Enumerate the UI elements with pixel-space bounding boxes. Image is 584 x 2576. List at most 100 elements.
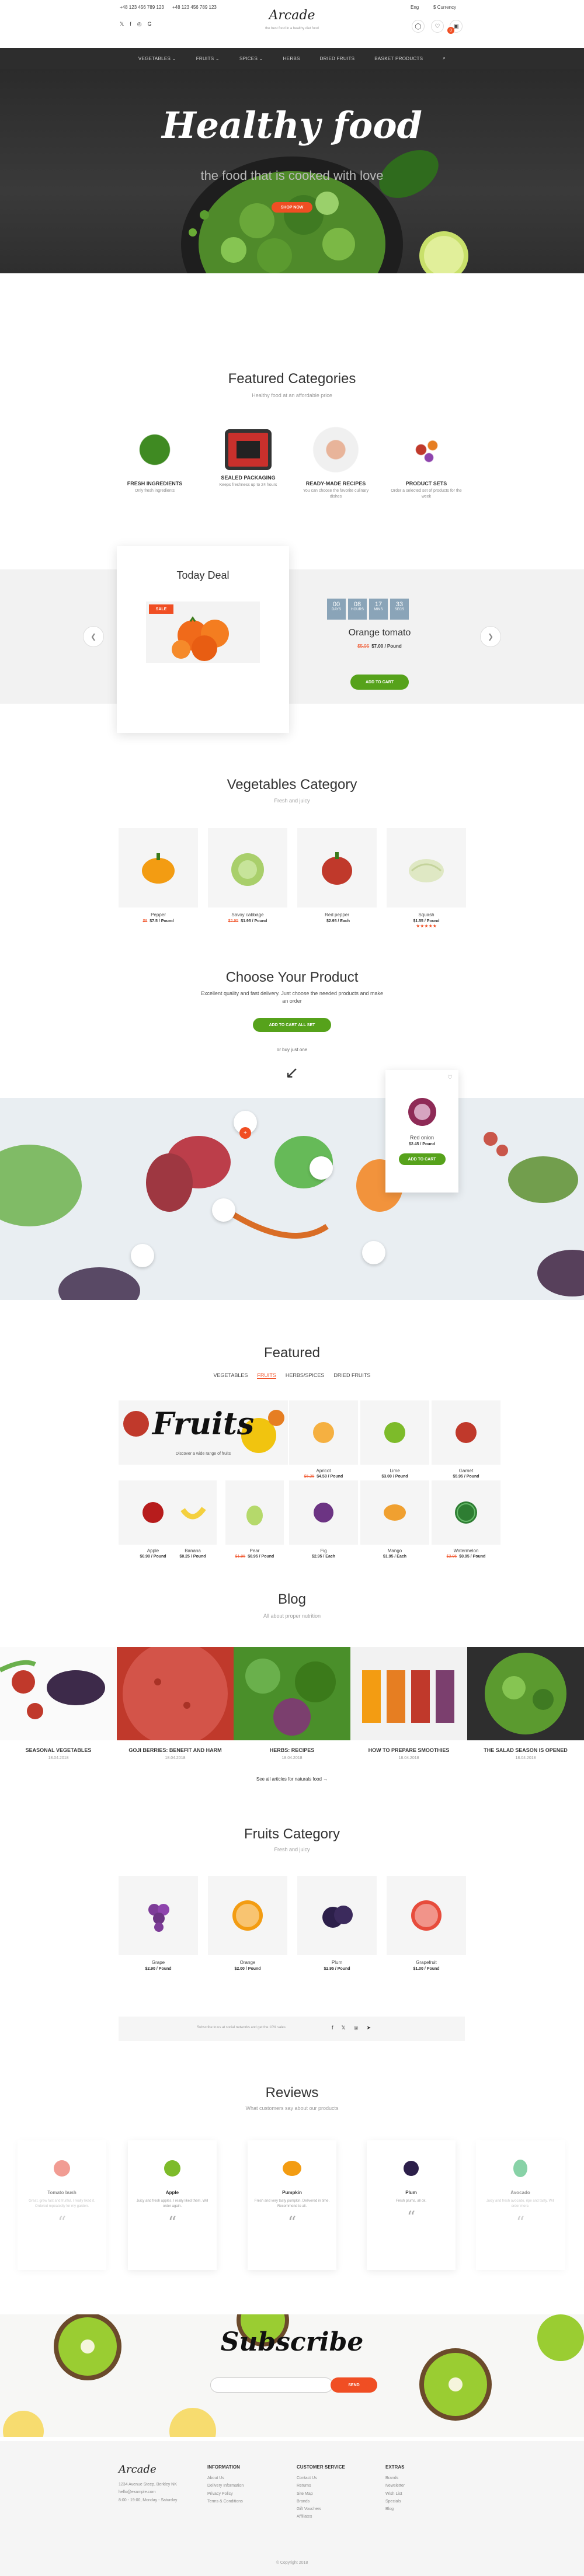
- savoy-cabbage-image: [231, 853, 264, 886]
- footer-link[interactable]: Specials: [385, 2498, 405, 2505]
- category-sealed-packaging[interactable]: SEALED PACKAGING Keeps freshness up to 2…: [210, 423, 286, 488]
- currency-select[interactable]: $ Currency: [433, 5, 456, 10]
- hotspot-popup-card: ♡ Red onion $2.45 / Pound ADD TO CART: [385, 1070, 458, 1193]
- blog-title: Blog: [277, 1591, 307, 1607]
- add-all-set-button[interactable]: ADD TO CART ALL SET: [253, 1018, 331, 1032]
- footer-logo[interactable]: Arcade: [119, 2464, 177, 2475]
- product-card[interactable]: Grapefruit $1.00 / Pound: [387, 1876, 466, 1971]
- seasonal-vegetables-image: [0, 1660, 105, 1719]
- footer-link[interactable]: Site Map: [297, 2490, 345, 2498]
- footer-email[interactable]: hello@example.com: [119, 2488, 177, 2496]
- category-product-sets[interactable]: PRODUCT SETS Order a selected set of pro…: [388, 423, 464, 500]
- footer-link[interactable]: Blog: [385, 2505, 405, 2513]
- footer-link[interactable]: Brands: [385, 2474, 405, 2482]
- product-card[interactable]: Garnet $5.95 / Pound: [432, 1400, 500, 1479]
- wishlist-heart-icon[interactable]: ♡: [447, 1075, 453, 1081]
- instagram-icon[interactable]: ◎: [354, 2025, 359, 2031]
- curved-arrow-icon: ↙: [285, 1063, 299, 1082]
- deal-next-arrow-icon[interactable]: ❯: [480, 626, 501, 647]
- footer-customer-service: CUSTOMER SERVICE Contact Us Returns Site…: [297, 2464, 345, 2521]
- subscribe-send-button[interactable]: SEND: [331, 2377, 377, 2393]
- footer-link[interactable]: About Us: [207, 2474, 244, 2482]
- footer-link[interactable]: Wish List: [385, 2490, 405, 2498]
- subscribe-section: Subscribe SEND: [0, 2314, 584, 2437]
- tab-dried-fruits[interactable]: DRIED FRUITS: [333, 1372, 370, 1379]
- product-card[interactable]: Plum $2.95 / Pound: [297, 1876, 377, 1971]
- product-card[interactable]: Apricot $5.25 $4.50 / Pound: [289, 1400, 358, 1479]
- product-card[interactable]: Grape $2.90 / Pound: [119, 1876, 198, 1971]
- footer-link[interactable]: Delivery Information: [207, 2482, 244, 2490]
- product-card[interactable]: Red pepper $2.95 / Each: [297, 828, 377, 923]
- blog-post[interactable]: SEASONAL VEGETABLES 18.04.2018: [0, 1647, 117, 1760]
- tab-vegetables[interactable]: VEGETABLES: [214, 1372, 248, 1379]
- search-icon[interactable]: ⌕: [443, 55, 446, 61]
- user-icon[interactable]: ◯: [412, 20, 425, 33]
- nav-vegetables[interactable]: VEGETABLES ⌄: [138, 56, 176, 61]
- site-logo[interactable]: Arcade: [0, 8, 584, 23]
- footer-link[interactable]: Gift Vouchers: [297, 2505, 345, 2513]
- herbs-image: [128, 423, 181, 476]
- hero-banner: Healthy food the food that is cooked wit…: [0, 69, 584, 273]
- product-card[interactable]: Squash $1.55 / Pound ★★★★★: [387, 828, 466, 929]
- category-ready-made-recipes[interactable]: READY-MADE RECIPES You can choose the fa…: [298, 423, 374, 500]
- blog-post[interactable]: GOJI BERRIES: BENEFIT AND HARM 18.04.2018: [117, 1647, 234, 1760]
- deal-add-to-cart-button[interactable]: ADD TO CART: [350, 675, 409, 690]
- today-deal-title: Today Deal: [176, 569, 230, 581]
- nav-basket-products[interactable]: BASKET PRODUCTS: [374, 56, 423, 61]
- telegram-icon[interactable]: ➤: [367, 2025, 371, 2031]
- footer-link[interactable]: Returns: [297, 2482, 345, 2490]
- product-card[interactable]: Orange $2.00 / Pound: [208, 1876, 287, 1971]
- see-all-articles-link[interactable]: See all articles for naturals food →: [0, 1777, 584, 1782]
- facebook-icon[interactable]: f: [332, 2025, 333, 2031]
- nav-herbs[interactable]: HERBS: [283, 56, 300, 61]
- orange-image: [232, 1900, 263, 1931]
- product-card[interactable]: Lime $3.00 / Pound: [360, 1400, 429, 1479]
- product-price: $1.55 / Pound: [413, 919, 440, 923]
- featured-tabs: VEGETABLES FRUITS HERBS/SPICES DRIED FRU…: [0, 1372, 584, 1379]
- footer-link[interactable]: Terms & Conditions: [207, 2498, 244, 2505]
- category-fresh-ingredients[interactable]: FRESH INGREDIENTS Only fresh ingredients: [117, 423, 193, 494]
- product-card[interactable]: Pear $1.95 $0.95 / Pound: [225, 1480, 294, 1559]
- nav-spices[interactable]: SPICES ⌄: [239, 56, 263, 61]
- footer-link[interactable]: Newsletter: [385, 2482, 405, 2490]
- popup-product-price: $2.45 / Pound: [408, 1142, 436, 1146]
- hotspot-eggplant[interactable]: [131, 1244, 154, 1267]
- subscribe-email-input[interactable]: [210, 2377, 333, 2393]
- product-card[interactable]: Watermelon $2.95 $0.95 / Pound: [432, 1480, 500, 1559]
- category-name: FRESH INGREDIENTS: [127, 481, 183, 486]
- nav-fruits[interactable]: FRUITS ⌄: [196, 56, 220, 61]
- hotspot-pepper[interactable]: [362, 1241, 385, 1264]
- popup-add-to-cart-button[interactable]: ADD TO CART: [398, 1153, 446, 1165]
- product-card[interactable]: Pepper $8 $7.5 / Pound: [119, 828, 198, 923]
- footer-link[interactable]: Contact Us: [297, 2474, 345, 2482]
- pumpkin-image: [283, 2161, 301, 2176]
- tab-fruits[interactable]: FRUITS: [257, 1372, 276, 1379]
- language-select[interactable]: Eng: [411, 5, 419, 10]
- twitter-icon[interactable]: 𝕏: [342, 2025, 346, 2031]
- product-card[interactable]: Mango $1.95 / Each: [360, 1480, 429, 1559]
- plum-image: [404, 2161, 419, 2176]
- hotspot-plus-icon[interactable]: +: [239, 1127, 251, 1139]
- product-card[interactable]: Fig $2.95 / Each: [289, 1480, 358, 1559]
- footer: Arcade 1234 Avenue Steep, Berkley NK hel…: [0, 2441, 584, 2576]
- blog-post[interactable]: HOW TO PREPARE SMOOTHIES 18.04.2018: [350, 1647, 467, 1760]
- deal-prev-arrow-icon[interactable]: ❮: [83, 626, 104, 647]
- hotspot-chili[interactable]: [212, 1198, 235, 1222]
- shop-now-button[interactable]: SHOP NOW: [272, 202, 312, 213]
- wishlist-icon[interactable]: ♡: [431, 20, 444, 33]
- cart-count-badge: 0: [447, 27, 454, 34]
- nav-dried-fruits[interactable]: DRIED FRUITS: [320, 56, 355, 61]
- hotspot-squash[interactable]: [310, 1156, 333, 1180]
- footer-link[interactable]: Brands: [297, 2498, 345, 2505]
- choose-product-title: Choose Your Product: [225, 969, 359, 985]
- footer-address: 1234 Avenue Steep, Berkley NK: [119, 2483, 177, 2487]
- tab-herbs-spices[interactable]: HERBS/SPICES: [286, 1372, 325, 1379]
- product-card[interactable]: Savoy cabbage $2.95 $1.95 / Pound: [208, 828, 287, 923]
- review-card: Tomato bush Great, grew fast and fruitful…: [18, 2140, 106, 2270]
- footer-link[interactable]: Affiliates: [297, 2513, 345, 2521]
- fruits-banner[interactable]: Fruits Discover a wide range of fruits: [119, 1400, 288, 1465]
- copyright: © Copyright 2018: [276, 2561, 308, 2565]
- blog-post[interactable]: HERBS: RECIPES 18.04.2018: [234, 1647, 350, 1760]
- blog-post[interactable]: THE SALAD SEASON IS OPENED 18.04.2018: [467, 1647, 584, 1760]
- footer-link[interactable]: Privacy Policy: [207, 2490, 244, 2498]
